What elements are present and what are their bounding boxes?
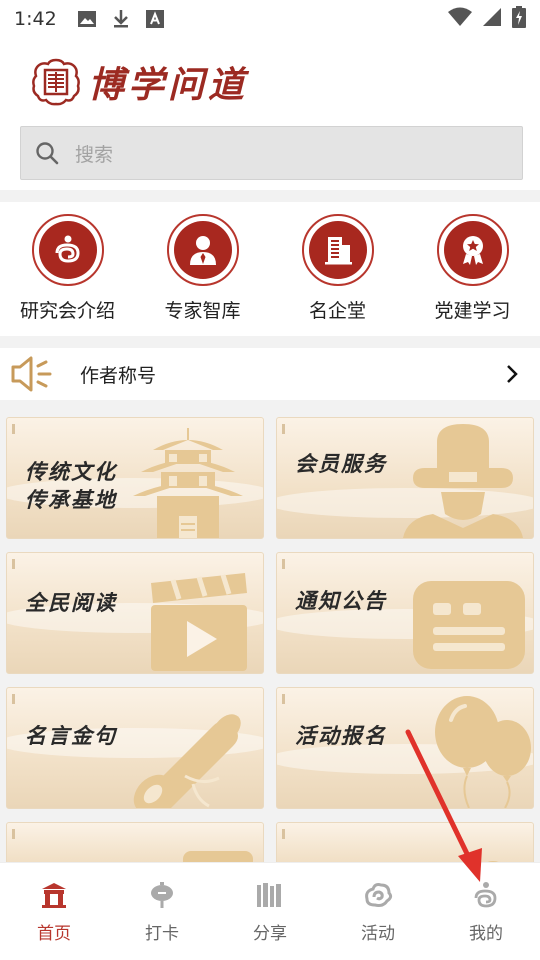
card-title: 会员服务 xyxy=(295,450,387,478)
tab-share[interactable]: 分享 xyxy=(216,863,324,960)
tab-label: 我的 xyxy=(469,924,503,944)
card-title-line: 会员服务 xyxy=(295,451,387,476)
quick-nav-label: 党建学习 xyxy=(434,300,511,322)
card-title: 传统文化 传承基地 xyxy=(25,458,117,514)
badge-icon xyxy=(462,236,483,265)
building-icon xyxy=(324,237,352,265)
card-culture[interactable]: 传统文化 传承基地 xyxy=(6,417,264,539)
tab-label: 活动 xyxy=(361,924,395,944)
profile-icon xyxy=(474,882,497,908)
chevron-right-icon[interactable] xyxy=(504,362,520,386)
card-title-line: 名言金句 xyxy=(25,723,117,748)
quick-nav-item-party[interactable]: 党建学习 xyxy=(405,202,540,336)
notice-text: 作者称号 xyxy=(80,364,157,387)
quick-nav: 研究会介绍 专家智库 名企堂 党建学习 xyxy=(0,202,540,336)
quick-nav-item-companies[interactable]: 名企堂 xyxy=(270,202,405,336)
quick-nav-label: 专家智库 xyxy=(164,300,241,322)
lantern-icon xyxy=(151,882,173,908)
pagoda-art xyxy=(133,428,243,538)
home-icon xyxy=(42,883,66,908)
signal-icon xyxy=(482,7,502,32)
speaker-icon xyxy=(11,356,52,392)
card-title: 活动报名 xyxy=(295,722,387,750)
image-icon xyxy=(75,7,99,31)
tab-mine[interactable]: 我的 xyxy=(432,863,540,960)
app-title: 博学问道 xyxy=(88,64,249,106)
card-title-line: 传承基地 xyxy=(25,487,117,512)
seal-icon xyxy=(32,58,80,106)
message-art xyxy=(413,581,525,669)
person-icon xyxy=(189,236,216,265)
card-notices[interactable]: 通知公告 xyxy=(276,552,534,674)
card-title-line: 活动报名 xyxy=(295,723,387,748)
bottom-tab-bar: 首页 打卡 分享 活动 我的 xyxy=(0,862,540,960)
search-icon xyxy=(36,142,59,165)
search-input[interactable]: 搜索 xyxy=(75,140,113,167)
font-icon xyxy=(143,7,167,31)
card-title: 名言金句 xyxy=(25,722,117,750)
quick-nav-label: 名企堂 xyxy=(308,300,366,322)
tab-label: 分享 xyxy=(253,924,287,944)
app-header: 博学问道 搜索 xyxy=(0,38,540,190)
status-time: 1:42 xyxy=(14,8,57,30)
tab-home[interactable]: 首页 xyxy=(0,863,108,960)
tab-activities[interactable]: 活动 xyxy=(324,863,432,960)
app-logo: 博学问道 xyxy=(32,56,248,108)
quick-nav-label: 研究会介绍 xyxy=(19,300,115,322)
card-title: 通知公告 xyxy=(295,587,387,615)
tab-label: 打卡 xyxy=(145,924,179,944)
video-art xyxy=(151,573,247,671)
search-bar[interactable]: 搜索 xyxy=(20,126,523,180)
scroll-art xyxy=(133,714,241,808)
balloon-art xyxy=(435,696,531,808)
card-title: 全民阅读 xyxy=(25,589,117,617)
swirl-icon xyxy=(55,235,80,263)
tab-label: 首页 xyxy=(37,924,71,944)
tab-checkin[interactable]: 打卡 xyxy=(108,863,216,960)
quick-nav-item-experts[interactable]: 专家智库 xyxy=(135,202,270,336)
card-title-line: 全民阅读 xyxy=(25,590,117,615)
card-title-line: 传统文化 xyxy=(25,459,117,484)
quick-nav-item-intro[interactable]: 研究会介绍 xyxy=(0,202,135,336)
card-member-service[interactable]: 会员服务 xyxy=(276,417,534,539)
official-art xyxy=(403,424,523,538)
card-title-line: 通知公告 xyxy=(295,588,387,613)
status-bar: 1:42 xyxy=(0,0,540,38)
card-quotes[interactable]: 名言金句 xyxy=(6,687,264,809)
card-events[interactable]: 活动报名 xyxy=(276,687,534,809)
books-icon xyxy=(257,883,281,907)
card-reading[interactable]: 全民阅读 xyxy=(6,552,264,674)
download-icon xyxy=(109,7,133,31)
cloud-icon xyxy=(365,883,393,907)
app-screen: 1:42 博学问道 搜索 研究会介绍 专家智库 名企堂 党建学习 作者称号 传统… xyxy=(0,0,540,960)
battery-icon xyxy=(512,5,526,33)
notice-bar[interactable]: 作者称号 xyxy=(0,348,540,400)
wifi-icon xyxy=(448,7,472,32)
